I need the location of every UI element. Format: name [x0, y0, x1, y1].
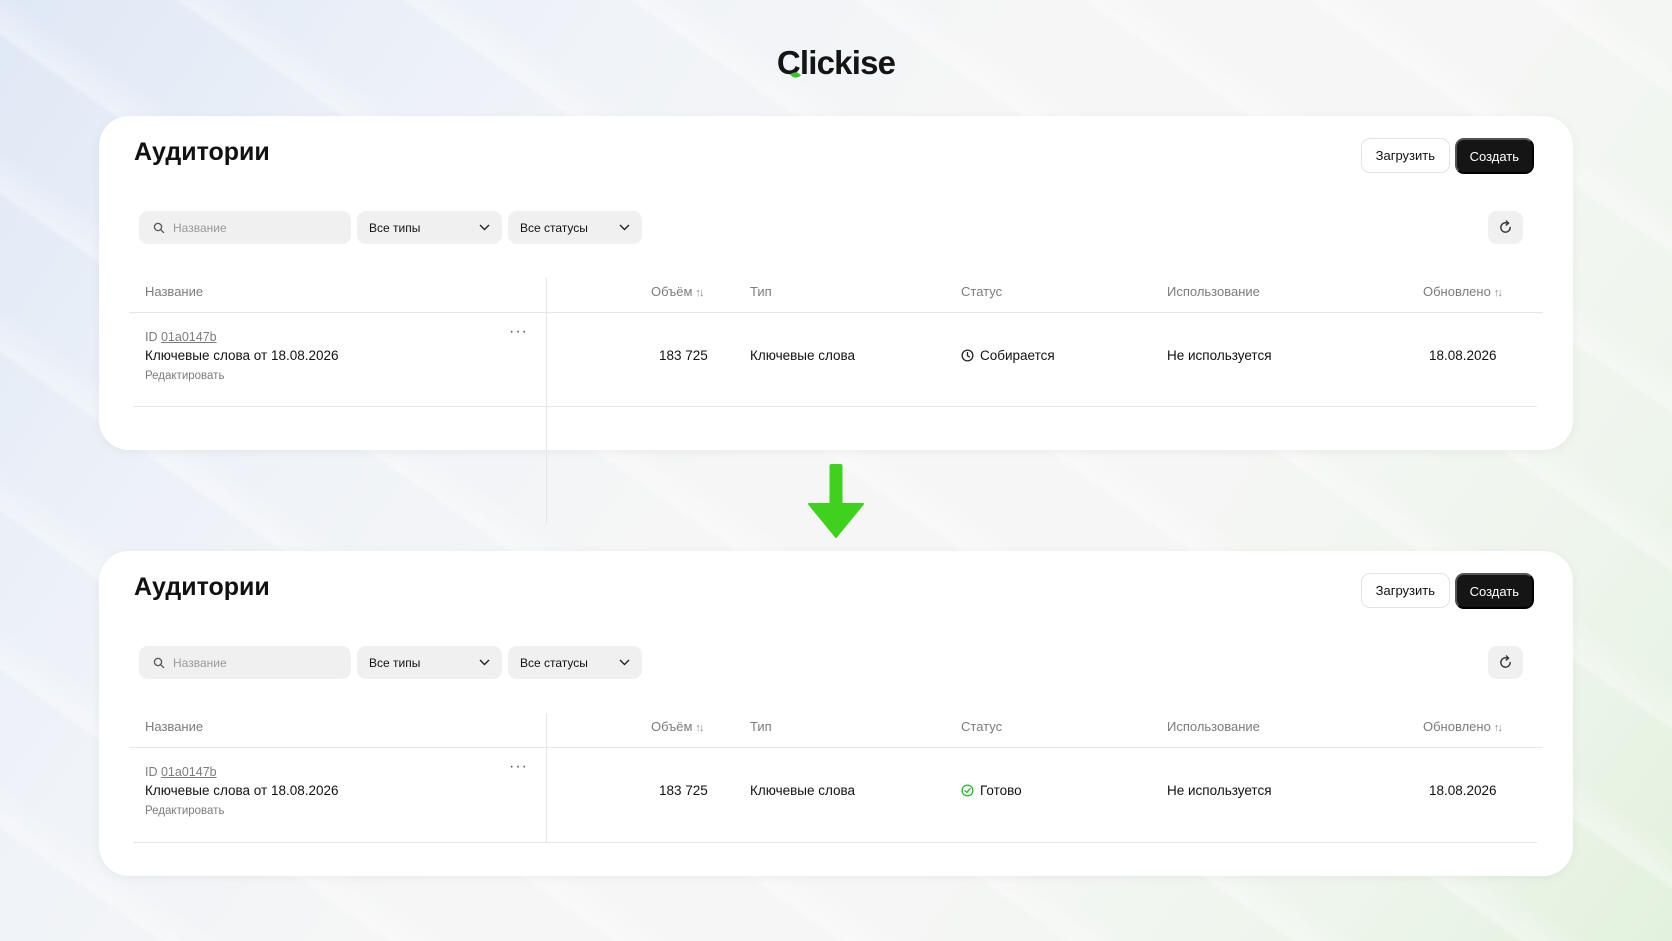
row-type: Ключевые слова — [750, 348, 856, 363]
status-filter-select[interactable]: Все статусы — [508, 211, 642, 244]
header-divider — [129, 312, 1543, 313]
logo-mark: C — [776, 44, 801, 81]
column-header-updated[interactable]: Обновлено ↑↓ — [1423, 719, 1503, 734]
row-id[interactable]: ID 01a0147b — [145, 765, 217, 779]
edit-link[interactable]: Редактировать — [145, 805, 224, 817]
search-input[interactable] — [171, 219, 345, 236]
row-status: Собирается — [961, 348, 1055, 363]
upload-button[interactable]: Загрузить — [1360, 138, 1450, 173]
audiences-panel-after: Аудитории Загрузить Создать Все типы Все… — [99, 551, 1573, 876]
row-id[interactable]: ID 01a0147b — [145, 330, 217, 344]
column-header-name: Название — [145, 284, 204, 299]
upload-button[interactable]: Загрузить — [1360, 573, 1450, 608]
more-actions-icon[interactable]: ··· — [509, 323, 528, 341]
page-title: Аудитории — [134, 138, 270, 166]
column-divider — [546, 713, 547, 843]
create-button[interactable]: Создать — [1454, 138, 1534, 174]
sort-icon: ↑↓ — [695, 722, 704, 734]
arrow-down-icon — [808, 464, 864, 538]
row-divider — [133, 406, 1537, 407]
column-header-volume[interactable]: Объём ↑↓ — [651, 284, 704, 299]
search-field[interactable] — [139, 211, 351, 244]
column-header-type: Тип — [750, 719, 772, 734]
row-usage: Не используется — [1167, 348, 1272, 363]
status-filter-select[interactable]: Все статусы — [508, 646, 642, 679]
row-usage: Не используется — [1167, 783, 1272, 798]
search-icon — [153, 222, 165, 233]
refresh-button[interactable] — [1488, 646, 1523, 679]
column-header-name: Название — [145, 719, 204, 734]
column-header-usage: Использование — [1167, 284, 1260, 299]
row-volume: 183 725 — [659, 783, 708, 798]
type-filter-value: Все типы — [369, 655, 421, 670]
row-updated: 18.08.2026 — [1429, 783, 1497, 798]
sort-icon: ↑↓ — [1493, 722, 1503, 734]
check-circle-icon — [961, 784, 974, 797]
type-filter-value: Все типы — [369, 220, 421, 235]
row-status: Готово — [961, 783, 1022, 798]
edit-link[interactable]: Редактировать — [145, 370, 224, 382]
status-filter-value: Все статусы — [520, 655, 588, 670]
clock-icon — [961, 349, 974, 362]
column-header-updated[interactable]: Обновлено ↑↓ — [1423, 284, 1503, 299]
sort-icon: ↑↓ — [695, 287, 704, 299]
column-header-status: Статус — [961, 284, 1003, 299]
column-header-volume[interactable]: Объём ↑↓ — [651, 719, 704, 734]
refresh-icon — [1500, 655, 1511, 668]
sort-icon: ↑↓ — [1493, 287, 1503, 299]
chevron-down-icon — [479, 659, 490, 666]
status-filter-value: Все статусы — [520, 220, 588, 235]
brand-logo: Clickise — [776, 44, 896, 81]
refresh-icon — [1500, 220, 1511, 233]
row-volume: 183 725 — [659, 348, 708, 363]
create-button[interactable]: Создать — [1454, 573, 1534, 609]
row-type: Ключевые слова — [750, 783, 856, 798]
row-divider — [133, 842, 1537, 843]
refresh-button[interactable] — [1488, 211, 1523, 244]
page-title: Аудитории — [134, 573, 270, 601]
chevron-down-icon — [619, 224, 630, 231]
row-name: Ключевые слова от 18.08.2026 — [145, 348, 339, 363]
column-header-usage: Использование — [1167, 719, 1260, 734]
search-icon — [153, 657, 165, 668]
row-updated: 18.08.2026 — [1429, 348, 1497, 363]
type-filter-select[interactable]: Все типы — [357, 211, 502, 244]
type-filter-select[interactable]: Все типы — [357, 646, 502, 679]
more-actions-icon[interactable]: ··· — [509, 758, 528, 776]
search-field[interactable] — [139, 646, 351, 679]
column-divider — [546, 278, 547, 524]
column-header-type: Тип — [750, 284, 772, 299]
search-input[interactable] — [171, 654, 345, 671]
header-divider — [129, 747, 1543, 748]
chevron-down-icon — [619, 659, 630, 666]
column-header-status: Статус — [961, 719, 1003, 734]
audiences-panel-before: Аудитории Загрузить Создать Все типы Все… — [99, 116, 1573, 524]
row-name: Ключевые слова от 18.08.2026 — [145, 783, 339, 798]
chevron-down-icon — [479, 224, 490, 231]
